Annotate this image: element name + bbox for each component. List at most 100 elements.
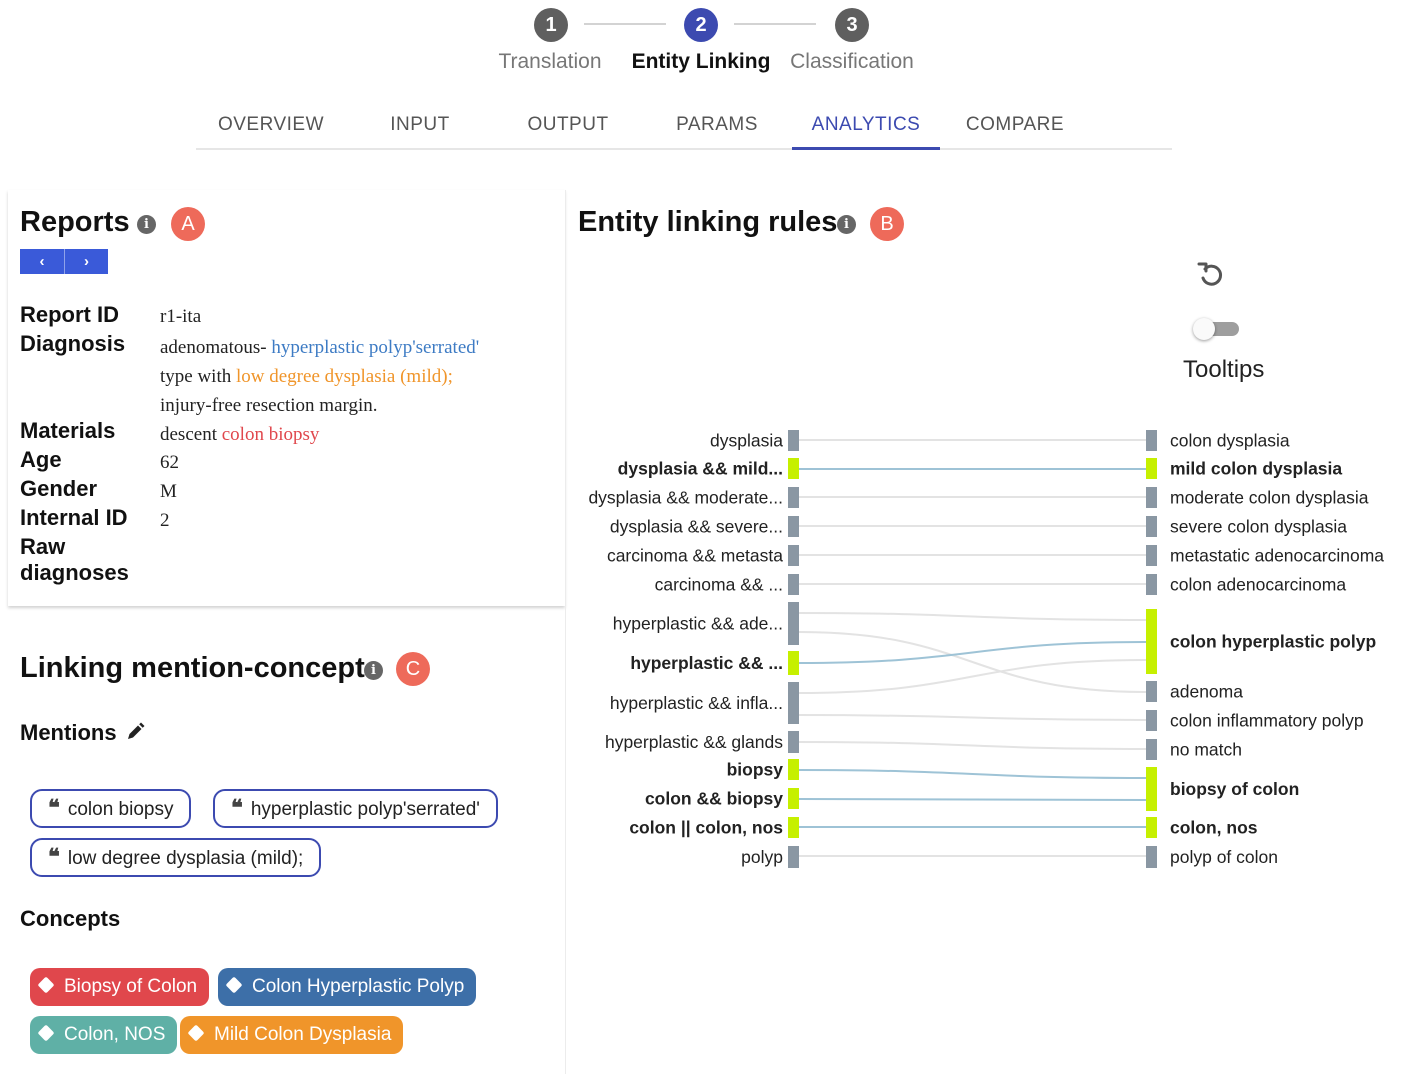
tab-output[interactable]: OUTPUT xyxy=(494,100,642,150)
tag-icon xyxy=(37,976,55,994)
left-node[interactable] xyxy=(788,759,799,780)
tooltips-toggle[interactable] xyxy=(1193,318,1239,340)
concept-chip-mild-colon-dysplasia[interactable]: Mild Colon Dysplasia xyxy=(180,1016,404,1054)
right-node[interactable] xyxy=(1146,710,1157,731)
sankey-link[interactable] xyxy=(798,741,1147,750)
quote-icon: ❝ xyxy=(48,795,60,821)
toggle-knob xyxy=(1193,318,1215,340)
right-node-label: colon dysplasia xyxy=(1170,431,1290,451)
left-node[interactable] xyxy=(788,651,799,675)
concept-chip-label: Mild Colon Dysplasia xyxy=(214,1024,392,1045)
left-node[interactable] xyxy=(788,846,799,868)
materials-label: Materials xyxy=(20,418,116,443)
sankey-link[interactable] xyxy=(798,714,1147,721)
right-node-label: colon inflammatory polyp xyxy=(1170,711,1364,731)
step-2-circle[interactable]: 2 xyxy=(684,8,718,42)
raw-diagnoses-label: Raw diagnoses xyxy=(20,534,129,586)
left-node[interactable] xyxy=(788,682,799,724)
right-node[interactable] xyxy=(1146,681,1157,702)
tab-compare[interactable]: COMPARE xyxy=(940,100,1090,150)
next-report-button[interactable]: › xyxy=(64,249,108,274)
tag-icon xyxy=(187,1024,205,1042)
right-node[interactable] xyxy=(1146,487,1157,508)
gender-value: M xyxy=(160,481,177,502)
mention-chip-label: low degree dysplasia (mild); xyxy=(67,848,304,869)
mention-highlight-polyp[interactable]: hyperplastic polyp'serrated' xyxy=(271,337,479,358)
left-node-label: colon || colon, nos xyxy=(629,818,783,838)
prev-report-button[interactable]: ‹ xyxy=(20,249,64,274)
sankey-link[interactable] xyxy=(798,769,1147,779)
step-3-label[interactable]: Classification xyxy=(782,50,922,74)
right-node[interactable] xyxy=(1146,545,1157,566)
active-tab-indicator xyxy=(792,147,940,150)
concept-chip-label: Colon Hyperplastic Polyp xyxy=(252,976,465,997)
concept-chip-biopsy-of-colon[interactable]: Biopsy of Colon xyxy=(30,968,210,1006)
reports-info-icon[interactable]: i xyxy=(137,215,156,234)
right-node-label: no match xyxy=(1170,740,1242,760)
right-node-label: biopsy of colon xyxy=(1170,779,1299,799)
right-node-label: colon adenocarcinoma xyxy=(1170,575,1346,595)
right-node[interactable] xyxy=(1146,430,1157,451)
left-node-label: hyperplastic && ade... xyxy=(613,614,783,634)
left-node[interactable] xyxy=(788,817,799,838)
left-node[interactable] xyxy=(788,788,799,809)
tab-params[interactable]: PARAMS xyxy=(642,100,792,150)
step-2-label[interactable]: Entity Linking xyxy=(625,50,777,74)
concept-chip-colon-hyperplastic-polyp[interactable]: Colon Hyperplastic Polyp xyxy=(218,968,477,1006)
right-node[interactable] xyxy=(1146,609,1157,674)
concept-chip-colon-nos[interactable]: Colon, NOS xyxy=(30,1016,178,1054)
step-connector-1 xyxy=(584,23,666,25)
left-node[interactable] xyxy=(788,487,799,508)
left-node[interactable] xyxy=(788,458,799,479)
right-node[interactable] xyxy=(1146,574,1157,595)
right-node-label: colon hyperplastic polyp xyxy=(1170,632,1376,652)
pencil-icon[interactable] xyxy=(125,722,145,742)
linking-info-icon[interactable]: i xyxy=(364,661,383,680)
tab-overview[interactable]: OVERVIEW xyxy=(196,100,346,150)
right-node[interactable] xyxy=(1146,516,1157,537)
right-node[interactable] xyxy=(1146,458,1157,479)
rules-title: Entity linking rules xyxy=(578,206,838,238)
diagnosis-text: adenomatous- xyxy=(160,337,272,358)
right-node[interactable] xyxy=(1146,846,1157,868)
sankey-diagram: dysplasia dysplasia && mild... dysplasia &… xyxy=(588,430,1384,868)
left-node-label: hyperplastic && glands xyxy=(605,732,783,752)
mention-highlight-dysplasia[interactable]: low degree dysplasia (mild); xyxy=(236,366,453,387)
left-node-label: dysplasia && severe... xyxy=(610,517,783,537)
mention-chip-colon-biopsy[interactable]: ❝ colon biopsy xyxy=(30,789,192,828)
tab-input[interactable]: INPUT xyxy=(346,100,494,150)
step-3-circle[interactable]: 3 xyxy=(835,8,869,42)
left-node-label: hyperplastic && ... xyxy=(630,653,783,673)
sankey-link[interactable] xyxy=(798,612,1147,621)
mention-chip-hyperplastic-polyp[interactable]: ❝ hyperplastic polyp'serrated' xyxy=(213,789,498,828)
left-node[interactable] xyxy=(788,602,799,645)
left-node[interactable] xyxy=(788,545,799,566)
step-1-label[interactable]: Translation xyxy=(480,50,620,74)
right-node[interactable] xyxy=(1146,767,1157,811)
right-node-label: polyp of colon xyxy=(1170,847,1278,867)
left-node[interactable] xyxy=(788,516,799,537)
reports-badge: A xyxy=(171,207,205,241)
concept-chip-label: Colon, NOS xyxy=(64,1024,166,1045)
rules-info-icon[interactable]: i xyxy=(837,215,856,234)
tab-bar: OVERVIEW INPUT OUTPUT PARAMS ANALYTICS C… xyxy=(196,100,1172,150)
left-node[interactable] xyxy=(788,731,799,753)
tab-analytics[interactable]: ANALYTICS xyxy=(792,100,940,150)
left-node-label: dysplasia xyxy=(710,431,783,451)
right-node[interactable] xyxy=(1146,817,1157,838)
right-node[interactable] xyxy=(1146,739,1157,760)
sankey-links xyxy=(798,439,1147,858)
step-1-circle[interactable]: 1 xyxy=(534,8,568,42)
reset-icon[interactable] xyxy=(1196,260,1226,290)
right-node-label: mild colon dysplasia xyxy=(1170,459,1342,479)
left-node-label: carcinoma && metasta xyxy=(607,546,783,566)
left-node[interactable] xyxy=(788,574,799,595)
left-node[interactable] xyxy=(788,430,799,451)
left-node-label: colon && biopsy xyxy=(645,789,783,809)
materials-value: descent colon biopsy xyxy=(160,420,319,449)
sankey-link[interactable] xyxy=(798,798,1147,801)
mention-chip-low-degree-dysplasia[interactable]: ❝ low degree dysplasia (mild); xyxy=(30,838,322,877)
mention-highlight-biopsy[interactable]: colon biopsy xyxy=(222,424,320,445)
sankey-link[interactable] xyxy=(798,659,1147,694)
sankey-link[interactable] xyxy=(798,641,1147,664)
